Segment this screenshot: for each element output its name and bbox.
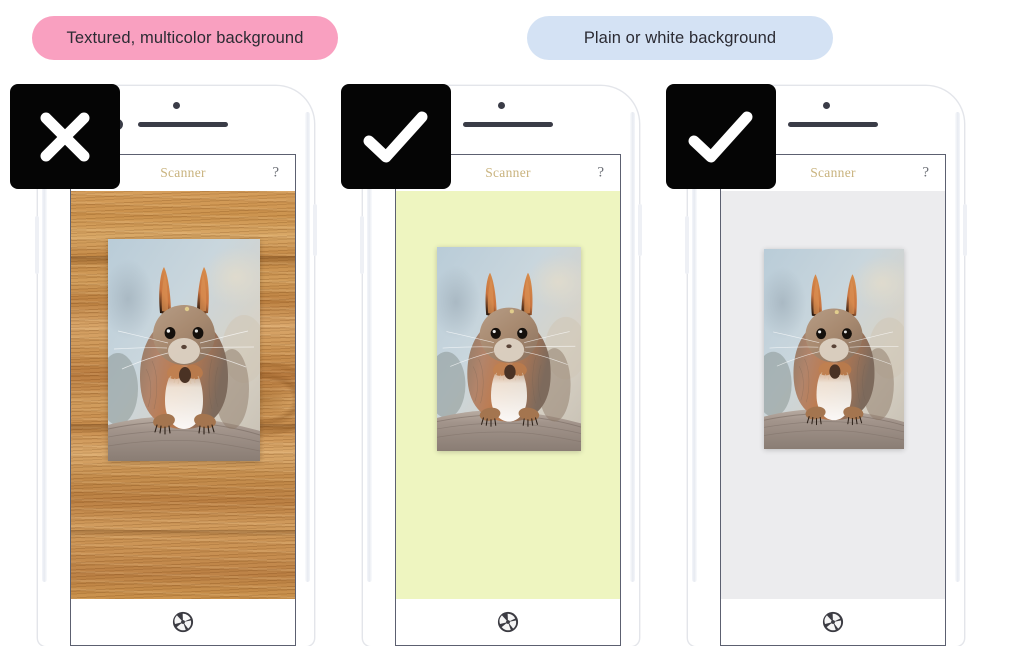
app-bottom-bar: [71, 599, 295, 645]
help-icon[interactable]: ?: [272, 165, 279, 181]
check-icon: [363, 111, 428, 162]
phone-right-edge-highlight: [305, 112, 310, 582]
power-button[interactable]: [963, 204, 967, 256]
proximity-sensor-icon: [497, 102, 505, 109]
phone-screen: Scanner ?: [720, 154, 946, 646]
volume-button[interactable]: [685, 216, 689, 274]
earpiece-speaker: [138, 122, 228, 127]
help-icon[interactable]: ?: [922, 165, 929, 181]
cross-icon: [40, 112, 90, 161]
check-icon: [688, 111, 753, 162]
power-button[interactable]: [638, 204, 642, 256]
label-textured-background-text: Textured, multicolor background: [66, 28, 304, 47]
label-plain-background-text: Plain or white background: [583, 28, 777, 47]
badge-incorrect: [10, 84, 120, 189]
phone-screen: Scanner ?: [395, 154, 621, 646]
camera-aperture-icon[interactable]: [822, 611, 844, 633]
badge-correct-yellow: [341, 84, 451, 189]
volume-button[interactable]: [35, 216, 39, 274]
earpiece-speaker: [788, 122, 878, 127]
label-textured-background: Textured, multicolor background: [32, 16, 338, 60]
app-bottom-bar: [396, 599, 620, 645]
scan-canvas-wood: [71, 191, 295, 599]
power-button[interactable]: [313, 204, 317, 256]
camera-aperture-icon[interactable]: [172, 611, 194, 633]
scanned-photo[interactable]: [764, 249, 904, 449]
scanned-photo[interactable]: [108, 239, 260, 461]
phone-right-edge-highlight: [955, 112, 960, 582]
badge-correct-white: [666, 84, 776, 189]
scan-canvas-plain-yellow: [396, 191, 620, 599]
phone-right-edge-highlight: [630, 112, 635, 582]
instructional-graphic: Textured, multicolor background Plain or…: [0, 0, 1024, 646]
camera-aperture-icon[interactable]: [497, 611, 519, 633]
app-bottom-bar: [721, 599, 945, 645]
scanned-photo[interactable]: [437, 247, 581, 451]
proximity-sensor-icon: [822, 102, 830, 109]
volume-button[interactable]: [360, 216, 364, 274]
label-plain-background: Plain or white background: [527, 16, 833, 60]
earpiece-speaker: [463, 122, 553, 127]
scan-canvas-plain-grey: [721, 191, 945, 599]
proximity-sensor-icon: [172, 102, 180, 109]
help-icon[interactable]: ?: [597, 165, 604, 181]
phone-screen: Scanner ?: [70, 154, 296, 646]
